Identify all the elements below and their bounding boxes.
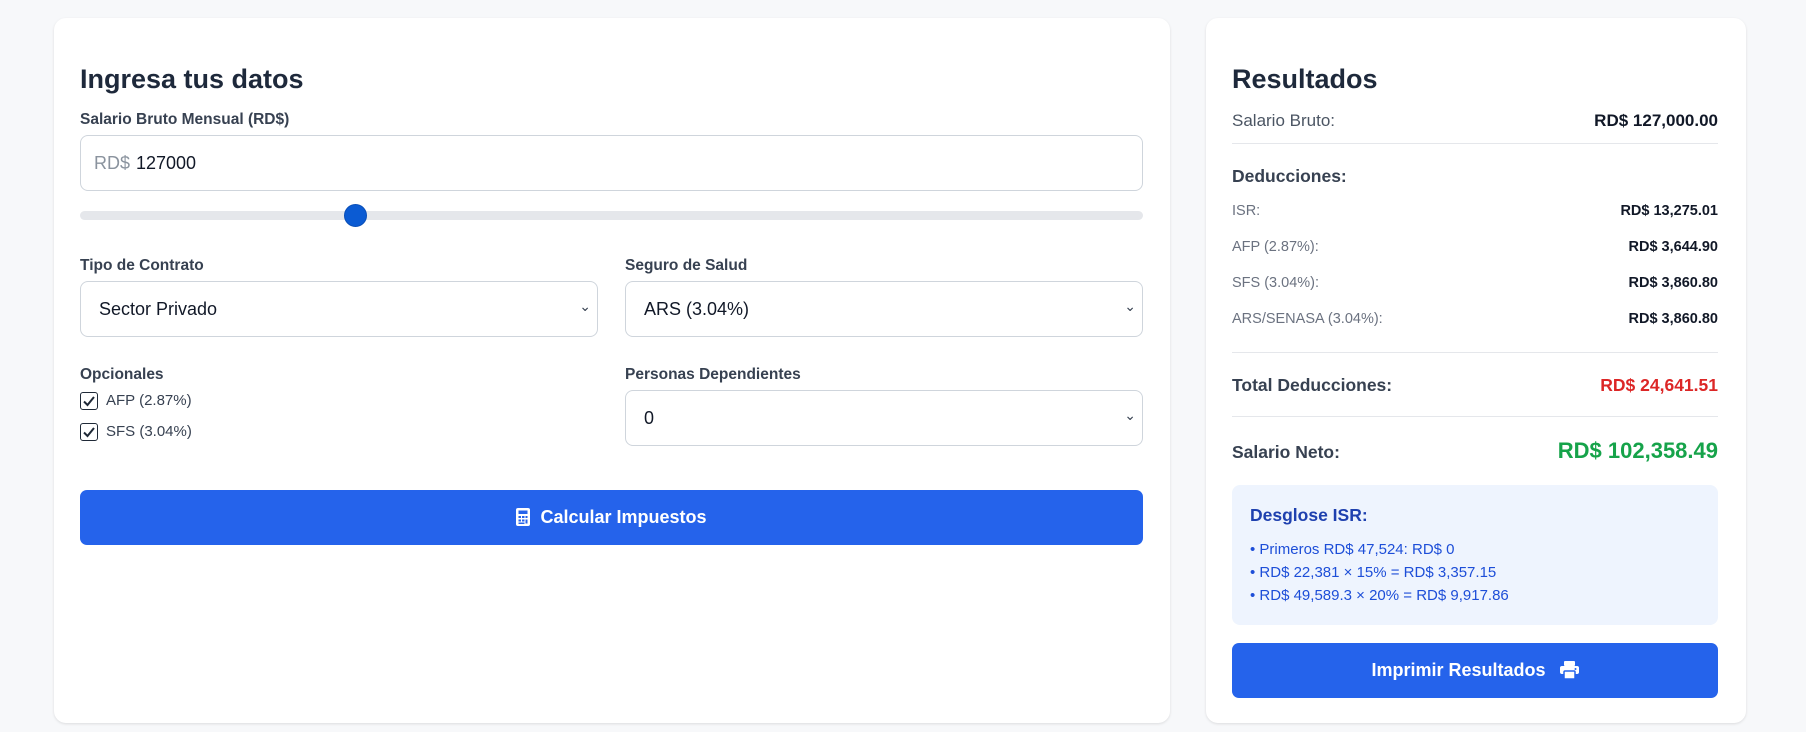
input-card: Ingresa tus datos Salario Bruto Mensual …	[54, 18, 1170, 723]
chevron-down-icon: ⌄	[579, 298, 591, 314]
afp-checkbox-row[interactable]: AFP (2.87%)	[80, 391, 280, 411]
gross-value: RD$ 127,000.00	[1594, 111, 1718, 130]
deduction-value: RD$ 3,860.80	[1628, 275, 1718, 291]
dependents-select[interactable]: 0 ⌄	[625, 390, 1143, 446]
isr-line: • RD$ 22,381 × 15% = RD$ 3,357.15	[1250, 564, 1497, 581]
chevron-down-icon: ⌄	[1124, 407, 1136, 423]
deduction-label: ARS/SENASA (3.04%):	[1232, 311, 1383, 327]
sfs-checkbox-label: SFS (3.04%)	[106, 423, 192, 440]
contract-select[interactable]: Sector Privado ⌄	[80, 281, 598, 337]
dependents-label: Personas Dependientes	[625, 366, 801, 383]
deduction-value: RD$ 3,860.80	[1628, 311, 1718, 327]
isr-line: • RD$ 49,589.3 × 20% = RD$ 9,917.86	[1250, 587, 1509, 604]
gross-label: Salario Bruto:	[1232, 111, 1335, 130]
calculator-icon	[516, 508, 531, 531]
print-label: Imprimir Resultados	[1371, 660, 1546, 680]
divider	[1232, 352, 1718, 353]
results-card: Resultados Salario Bruto: RD$ 127,000.00…	[1206, 18, 1746, 723]
calculate-label: Calcular Impuestos	[540, 507, 707, 527]
contract-value: Sector Privado	[99, 299, 218, 319]
afp-checkbox[interactable]	[80, 392, 98, 410]
sfs-checkbox[interactable]	[80, 423, 98, 441]
results-title: Resultados	[1232, 64, 1378, 94]
total-label: Total Deducciones:	[1232, 375, 1393, 395]
divider	[1232, 416, 1718, 417]
net-value: RD$ 102,358.49	[1557, 438, 1718, 463]
isr-breakdown: Desglose ISR: • Primeros RD$ 47,524: RD$…	[1232, 485, 1718, 625]
deduction-label: AFP (2.87%):	[1232, 239, 1319, 255]
deductions-label: Deducciones:	[1232, 166, 1347, 186]
form-title: Ingresa tus datos	[80, 64, 304, 94]
deduction-label: SFS (3.04%):	[1232, 275, 1320, 291]
salary-input[interactable]: RD$ 127000	[80, 135, 1143, 191]
sfs-checkbox-row[interactable]: SFS (3.04%)	[80, 422, 280, 442]
salary-label: Salario Bruto Mensual (RD$)	[80, 111, 290, 128]
optional-label: Opcionales	[80, 366, 164, 383]
deduction-value: RD$ 3,644.90	[1628, 239, 1718, 255]
calculate-button[interactable]: Calcular Impuestos	[80, 490, 1143, 545]
health-select[interactable]: ARS (3.04%) ⌄	[625, 281, 1143, 337]
divider	[1232, 143, 1718, 144]
printer-icon	[1559, 661, 1579, 684]
salary-slider-thumb[interactable]	[344, 204, 367, 227]
dependents-value: 0	[644, 408, 655, 428]
isr-title: Desglose ISR:	[1250, 505, 1368, 525]
net-label: Salario Neto:	[1232, 442, 1340, 462]
deduction-value: RD$ 13,275.01	[1620, 203, 1718, 219]
isr-line: • Primeros RD$ 47,524: RD$ 0	[1250, 541, 1455, 558]
deduction-label: ISR:	[1232, 203, 1261, 219]
health-value: ARS (3.04%)	[644, 299, 750, 319]
currency-prefix: RD$	[94, 153, 131, 173]
contract-label: Tipo de Contrato	[80, 257, 204, 274]
print-button[interactable]: Imprimir Resultados	[1232, 643, 1718, 698]
total-value: RD$ 24,641.51	[1600, 375, 1718, 395]
chevron-down-icon: ⌄	[1124, 298, 1136, 314]
afp-checkbox-label: AFP (2.87%)	[106, 392, 192, 409]
salary-value: 127000	[136, 153, 197, 173]
salary-slider-track[interactable]	[80, 211, 1143, 220]
health-label: Seguro de Salud	[625, 257, 748, 274]
